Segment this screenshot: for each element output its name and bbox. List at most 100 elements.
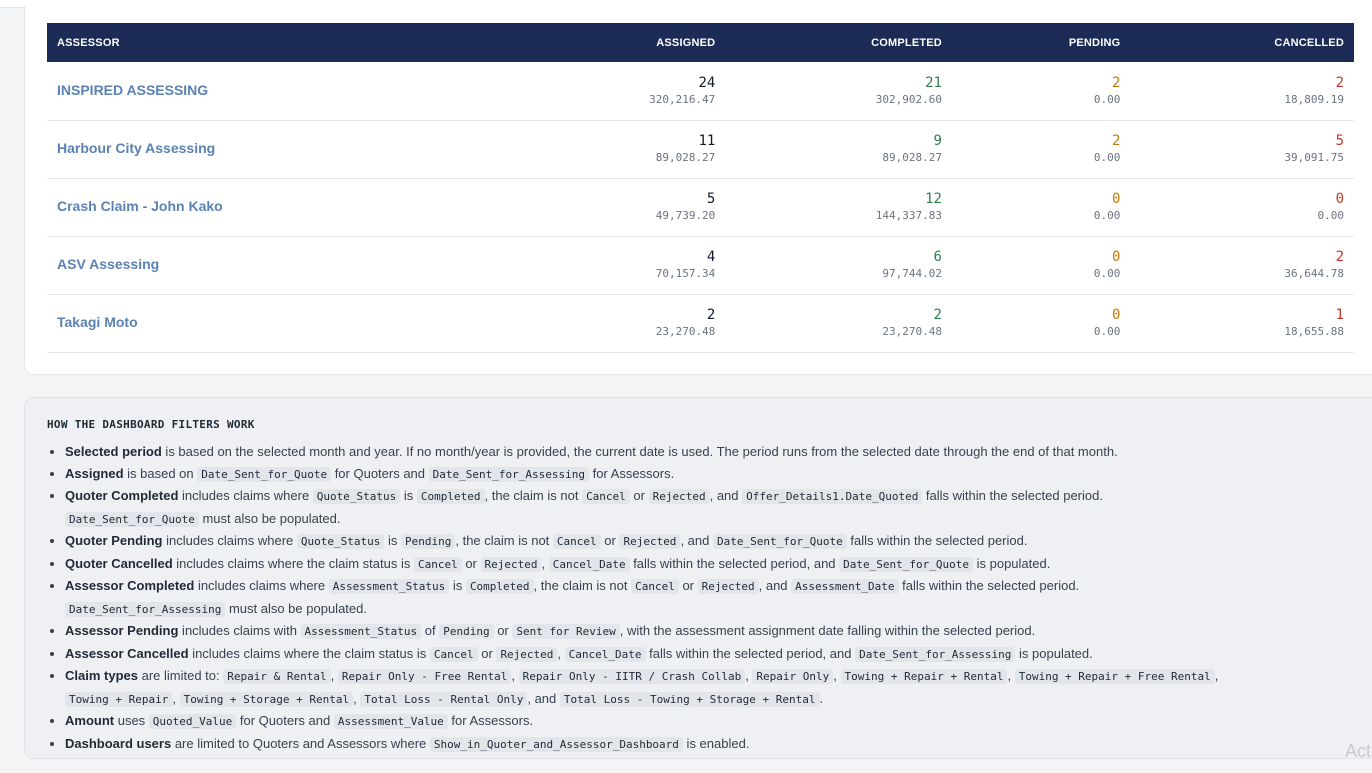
field-code: Total Loss - Towing + Storage + Rental bbox=[559, 691, 820, 707]
rule-text: , and bbox=[527, 690, 560, 706]
pending-count: 0 bbox=[1111, 249, 1121, 265]
completed-cell: 6 97,744.02 bbox=[725, 236, 952, 294]
pending-cell: 2 0.00 bbox=[952, 62, 1130, 120]
rule-assessor-completed: Assessor Completed includes claims where… bbox=[65, 575, 1372, 620]
pending-amount: 0.00 bbox=[1093, 209, 1121, 222]
cancelled-cell: 0 0.00 bbox=[1130, 178, 1354, 236]
rule-text: is enabled. bbox=[682, 735, 750, 751]
field-code: Date_Sent_for_Quote bbox=[712, 534, 847, 549]
rule-label: Assessor Cancelled bbox=[65, 645, 189, 661]
rule-text: for Quoters and bbox=[331, 465, 429, 481]
cancelled-amount: 36,644.78 bbox=[1284, 267, 1344, 280]
rule-assessor-pending: Assessor Pending includes claims with As… bbox=[65, 620, 1372, 643]
assigned-cell: 5 49,739.20 bbox=[510, 178, 725, 236]
table-row: INSPIRED ASSESSING 24 320,216.47 21 302,… bbox=[47, 62, 1354, 120]
table-row: Crash Claim - John Kako 5 49,739.20 12 1… bbox=[47, 178, 1354, 236]
rule-text: or bbox=[600, 533, 620, 548]
completed-count: 2 bbox=[933, 307, 942, 323]
field-code: Date_Sent_for_Quote bbox=[65, 511, 199, 527]
field-code: Date_Sent_for_Quote bbox=[197, 466, 332, 482]
assessor-link[interactable]: INSPIRED ASSESSING bbox=[57, 82, 208, 98]
assigned-count: 24 bbox=[698, 74, 716, 91]
rules-list: Selected period is based on the selected… bbox=[47, 441, 1372, 755]
rule-text: must also be populated. bbox=[198, 510, 341, 526]
rule-text: falls within the selected period. bbox=[922, 488, 1103, 503]
assigned-amount: 49,739.20 bbox=[655, 209, 716, 222]
field-code: Cancel bbox=[413, 556, 462, 572]
field-code: Cancel bbox=[631, 579, 679, 594]
cancelled-cell: 5 39,091.75 bbox=[1130, 120, 1354, 178]
rule-claim-types: Claim types are limited to: Repair & Ren… bbox=[65, 665, 1372, 710]
field-code: Assessment_Value bbox=[333, 714, 448, 729]
rule-label: Assessor Pending bbox=[65, 623, 179, 638]
rule-text: must also be populated. bbox=[225, 600, 367, 616]
rule-text: , bbox=[1007, 668, 1015, 683]
assessor-name-cell: ASV Assessing bbox=[47, 236, 510, 294]
pending-count: 2 bbox=[1111, 133, 1121, 149]
completed-amount: 23,270.48 bbox=[882, 325, 942, 338]
field-code: Date_Sent_for_Quote bbox=[839, 556, 973, 572]
completed-count: 6 bbox=[933, 249, 942, 265]
pending-amount: 0.00 bbox=[1093, 151, 1121, 164]
completed-count: 9 bbox=[933, 133, 942, 149]
assessor-name-cell: INSPIRED ASSESSING bbox=[47, 62, 510, 120]
pending-cell: 0 0.00 bbox=[952, 294, 1130, 352]
completed-amount: 97,744.02 bbox=[882, 267, 942, 280]
rule-text: is populated. bbox=[1015, 645, 1093, 661]
completed-count: 12 bbox=[925, 191, 942, 207]
field-code: Rejected bbox=[496, 646, 558, 662]
table-row: Harbour City Assessing 11 89,028.27 9 89… bbox=[47, 120, 1354, 178]
rule-label: Quoter Completed bbox=[65, 488, 179, 503]
activation-watermark: Act bbox=[1345, 741, 1372, 761]
rule-text: , with the assessment assignment date fa… bbox=[619, 623, 1036, 638]
field-code: Assessment_Status bbox=[300, 624, 422, 639]
assigned-cell: 11 89,028.27 bbox=[510, 120, 725, 178]
rule-text: is populated. bbox=[973, 555, 1051, 571]
pending-amount: 0.00 bbox=[1093, 92, 1121, 106]
field-code: Repair Only - Free Rental bbox=[337, 669, 512, 684]
rule-selected-period: Selected period is based on the selected… bbox=[65, 441, 1372, 463]
pending-cell: 0 0.00 bbox=[952, 236, 1130, 294]
completed-cell: 12 144,337.83 bbox=[725, 178, 952, 236]
rule-text: is bbox=[384, 533, 401, 548]
rule-text: , the claim is not bbox=[484, 488, 583, 503]
rule-text: , bbox=[511, 668, 519, 683]
field-code: Towing + Repair + Free Rental bbox=[1014, 669, 1215, 684]
assessor-link[interactable]: ASV Assessing bbox=[57, 256, 159, 272]
rule-text: . bbox=[819, 690, 824, 706]
cancelled-cell: 2 36,644.78 bbox=[1130, 236, 1354, 294]
table-header-row: ASSESSOR ASSIGNED COMPLETED PENDING CANC… bbox=[47, 23, 1354, 62]
table-row: Takagi Moto 2 23,270.48 2 23,270.48 0 0.… bbox=[47, 294, 1354, 352]
rule-text: are limited to: bbox=[137, 668, 224, 683]
field-code: Towing + Repair bbox=[65, 691, 173, 707]
field-code: Repair & Rental bbox=[223, 669, 331, 684]
rule-label: Amount bbox=[65, 713, 115, 728]
cancelled-count: 0 bbox=[1335, 191, 1344, 207]
header-completed: COMPLETED bbox=[871, 36, 942, 49]
field-code: Date_Sent_for_Assessing bbox=[65, 601, 226, 617]
field-code: Cancel bbox=[582, 489, 630, 504]
completed-amount: 144,337.83 bbox=[875, 209, 942, 222]
rule-text: are limited to Quoters and Assessors whe… bbox=[171, 735, 430, 751]
rule-label: Assessor Completed bbox=[65, 578, 195, 593]
field-code: Assessment_Date bbox=[791, 579, 899, 594]
field-code: Sent for Review bbox=[512, 624, 620, 639]
field-code: Pending bbox=[401, 534, 456, 549]
assessor-link[interactable]: Harbour City Assessing bbox=[57, 140, 215, 156]
completed-amount: 302,902.60 bbox=[875, 92, 942, 106]
rule-dashboard-users: Dashboard users are limited to Quoters a… bbox=[65, 733, 1372, 756]
assessor-link[interactable]: Takagi Moto bbox=[57, 314, 138, 330]
completed-cell: 9 89,028.27 bbox=[725, 120, 952, 178]
rule-text: of bbox=[421, 623, 440, 638]
rule-text: , and bbox=[758, 578, 792, 593]
cancelled-amount: 18,655.88 bbox=[1284, 325, 1344, 338]
rule-text: includes claims with bbox=[178, 623, 301, 638]
field-code: Towing + Repair + Rental bbox=[840, 669, 1008, 684]
assessor-link[interactable]: Crash Claim - John Kako bbox=[57, 198, 223, 214]
field-code: Cancel bbox=[552, 534, 601, 549]
field-code: Date_Sent_for_Assessing bbox=[855, 646, 1016, 662]
rule-label: Quoter Cancelled bbox=[65, 555, 173, 571]
rule-text: includes claims where the claim status i… bbox=[172, 555, 414, 571]
rule-text: is bbox=[449, 578, 466, 593]
rule-quoter-completed: Quoter Completed includes claims where Q… bbox=[65, 485, 1372, 530]
